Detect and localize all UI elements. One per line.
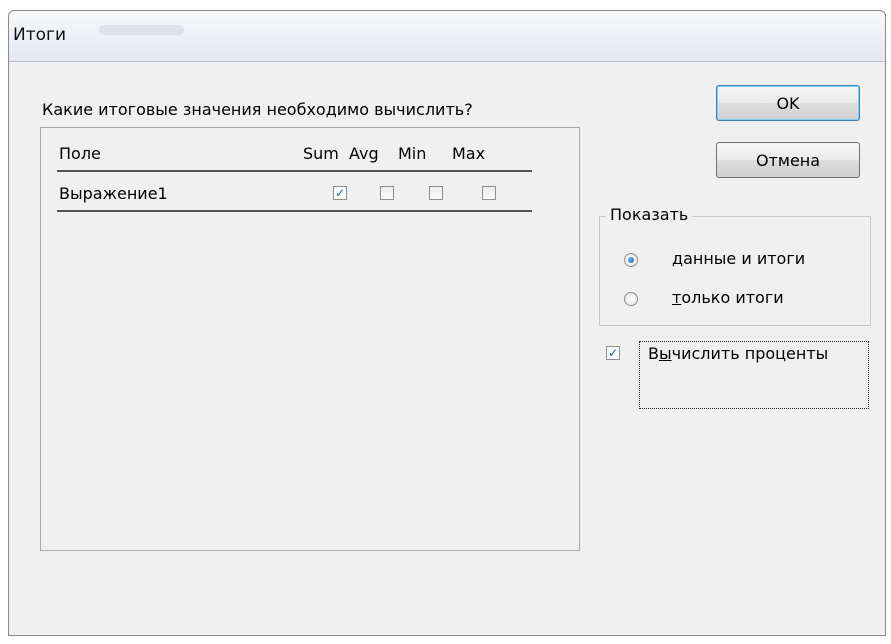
radio-totals-only[interactable]	[624, 292, 638, 306]
min-checkbox[interactable]	[429, 186, 443, 200]
totals-field-list[interactable]: Поле Sum Avg Min Max Выражение1 ✓	[40, 127, 580, 551]
check-icon: ✓	[607, 346, 619, 360]
column-header-max: Max	[452, 144, 486, 163]
max-checkbox[interactable]	[482, 186, 496, 200]
cancel-button[interactable]: Отмена	[716, 142, 860, 178]
field-row-label: Выражение1	[59, 184, 168, 203]
radio-label-data-and-totals[interactable]: данные и итоги	[672, 249, 805, 268]
window-title: Итоги	[13, 25, 67, 45]
ok-button[interactable]: OK	[716, 85, 860, 121]
row-separator	[57, 210, 532, 212]
calc-percent-label[interactable]: Вычислить проценты	[648, 344, 828, 363]
dialog-body: Какие итоговые значения необходимо вычис…	[9, 62, 885, 635]
show-group-title: Показать	[606, 205, 693, 224]
calc-percent-checkbox[interactable]: ✓	[606, 346, 620, 360]
radio-label-totals-only[interactable]: только итоги	[672, 288, 784, 307]
column-header-sum: Sum	[303, 144, 339, 163]
header-separator	[57, 170, 532, 172]
radio-selected-dot	[628, 257, 634, 263]
column-header-avg: Avg	[349, 144, 379, 163]
avg-checkbox[interactable]	[380, 186, 394, 200]
totals-dialog: Итоги Какие итоговые значения необходимо…	[8, 10, 886, 636]
title-bar[interactable]: Итоги	[9, 11, 885, 62]
question-label: Какие итоговые значения необходимо вычис…	[42, 100, 473, 119]
check-icon: ✓	[334, 186, 346, 200]
show-groupbox: Показать данные и итоги только итоги	[599, 205, 871, 326]
radio-data-and-totals[interactable]	[624, 253, 638, 267]
column-header-min: Min	[398, 144, 427, 163]
title-bar-glass	[99, 25, 184, 35]
sum-checkbox[interactable]: ✓	[333, 186, 347, 200]
column-header-field: Поле	[59, 144, 101, 163]
calc-percent-focus-rect[interactable]: Вычислить проценты	[639, 341, 869, 409]
